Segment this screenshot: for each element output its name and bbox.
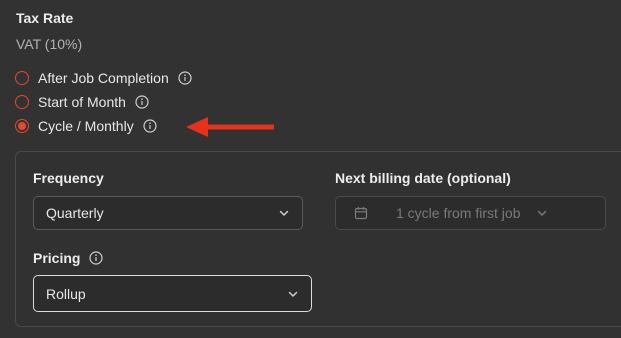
- info-icon[interactable]: [89, 251, 104, 265]
- pricing-label-row: Pricing: [33, 250, 104, 266]
- frequency-label: Frequency: [33, 170, 104, 186]
- chevron-down-icon: [287, 288, 299, 300]
- radio-label: After Job Completion: [38, 70, 169, 86]
- radio-cycle-monthly[interactable]: Cycle / Monthly: [15, 116, 157, 136]
- next-billing-date-label: Next billing date (optional): [335, 170, 511, 186]
- radio-button[interactable]: [15, 95, 29, 109]
- frequency-select[interactable]: Quarterly: [33, 196, 303, 230]
- billing-cycle-panel: Frequency Quarterly Next billing date (o…: [15, 151, 621, 327]
- next-billing-date-select[interactable]: 1 cycle from first job: [335, 196, 606, 230]
- radio-label: Cycle / Monthly: [38, 118, 134, 134]
- radio-button[interactable]: [15, 71, 29, 85]
- info-icon[interactable]: [178, 71, 192, 85]
- radio-label: Start of Month: [38, 94, 126, 110]
- next-billing-date-placeholder: 1 cycle from first job: [396, 205, 521, 221]
- radio-start-of-month[interactable]: Start of Month: [15, 92, 149, 112]
- info-icon[interactable]: [143, 119, 157, 133]
- pricing-value: Rollup: [46, 285, 86, 302]
- radio-after-job-completion[interactable]: After Job Completion: [15, 68, 192, 88]
- calendar-icon: [354, 206, 368, 220]
- tax-rate-label: Tax Rate: [16, 10, 74, 26]
- chevron-down-icon: [536, 207, 548, 219]
- radio-button-selected[interactable]: [15, 119, 29, 133]
- tax-rate-value: VAT (10%): [16, 36, 83, 52]
- annotation-arrow-icon: [186, 117, 274, 137]
- info-icon[interactable]: [135, 95, 149, 109]
- pricing-label: Pricing: [33, 250, 81, 266]
- chevron-down-icon: [278, 207, 290, 219]
- frequency-value: Quarterly: [46, 205, 104, 221]
- pricing-select[interactable]: Rollup: [33, 275, 312, 312]
